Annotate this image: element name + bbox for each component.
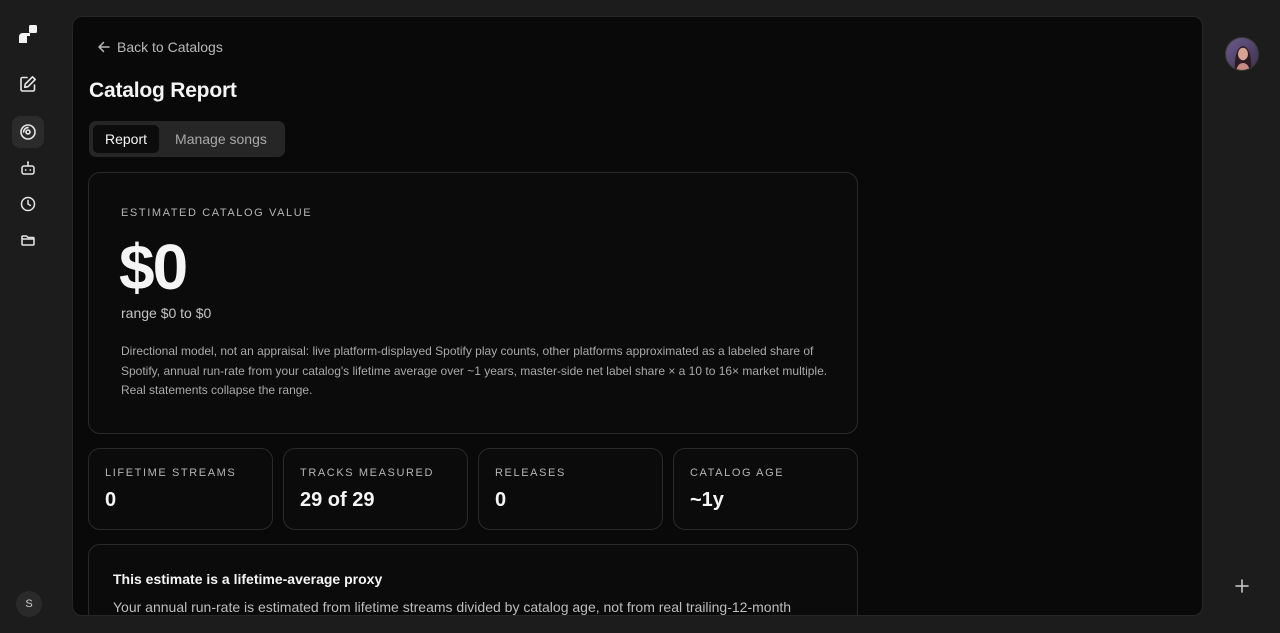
stat-catalog-age: CATALOG AGE ~1y xyxy=(673,448,858,530)
catalog-value: $0 xyxy=(119,231,188,303)
tab-manage-songs[interactable]: Manage songs xyxy=(163,125,279,153)
back-to-catalogs-link[interactable]: Back to Catalogs xyxy=(97,39,223,55)
brand-logo-icon[interactable] xyxy=(12,18,44,50)
stat-releases: RELEASES 0 xyxy=(478,448,663,530)
stat-label: LIFETIME STREAMS xyxy=(105,467,237,479)
stat-label: RELEASES xyxy=(495,467,566,479)
folder-icon[interactable] xyxy=(12,224,44,256)
notice-body: Your annual run-rate is estimated from l… xyxy=(113,599,792,615)
report-tabs: Report Manage songs xyxy=(89,121,285,157)
stat-label: TRACKS MEASURED xyxy=(300,467,435,479)
back-label: Back to Catalogs xyxy=(117,39,223,55)
page-title: Catalog Report xyxy=(89,79,237,102)
tab-report[interactable]: Report xyxy=(93,125,160,153)
stat-value: 0 xyxy=(495,489,507,511)
user-avatar[interactable] xyxy=(1225,37,1259,71)
stat-value: ~1y xyxy=(690,489,724,511)
edit-square-icon[interactable] xyxy=(12,68,44,100)
valuation-description: Directional model, not an appraisal: liv… xyxy=(121,344,828,397)
proxy-notice-card: This estimate is a lifetime-average prox… xyxy=(88,544,858,615)
user-initial-avatar[interactable]: S xyxy=(16,591,42,617)
stat-value: 29 of 29 xyxy=(300,489,375,511)
record-disc-icon[interactable] xyxy=(12,116,44,148)
notice-title: This estimate is a lifetime-average prox… xyxy=(113,571,383,587)
main-panel: Back to Catalogs Catalog Report Report M… xyxy=(72,16,1203,616)
stat-lifetime-streams: LIFETIME STREAMS 0 xyxy=(88,448,273,530)
stat-label: CATALOG AGE xyxy=(690,467,785,479)
value-range: range $0 to $0 xyxy=(121,305,212,321)
clock-icon[interactable] xyxy=(12,188,44,220)
left-sidebar: S xyxy=(0,0,56,633)
stat-value: 0 xyxy=(105,489,117,511)
plus-icon[interactable] xyxy=(1232,576,1252,596)
stat-tracks-measured: TRACKS MEASURED 29 of 29 xyxy=(283,448,468,530)
valuation-card: ESTIMATED CATALOG VALUE $0 range $0 to $… xyxy=(88,172,858,434)
valuation-eyebrow: ESTIMATED CATALOG VALUE xyxy=(121,207,313,219)
robot-icon[interactable] xyxy=(12,152,44,184)
arrow-left-icon xyxy=(98,41,110,53)
